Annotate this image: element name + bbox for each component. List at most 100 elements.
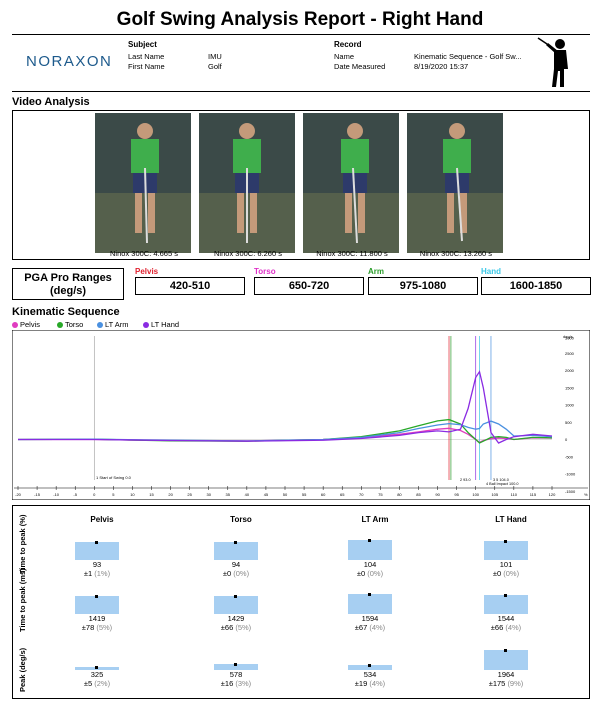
legend-lt-arm: LT Arm: [97, 320, 128, 329]
stat-bar: [484, 650, 528, 670]
video-frame-3[interactable]: [303, 113, 399, 253]
record-name-label: Name: [334, 52, 355, 61]
pga-hand-label: Hand: [481, 267, 501, 276]
stat-value: 101 ±0 (0%): [476, 560, 536, 578]
legend-label: Torso: [65, 320, 84, 329]
stat-bar: [75, 596, 119, 614]
video-analysis-heading: Video Analysis: [12, 96, 90, 108]
stat-sd-pct: (0%): [367, 568, 384, 578]
first-name-value: Golf: [208, 62, 222, 71]
stat-sd-pct: (0%): [503, 568, 520, 578]
legend-pelvis: Pelvis: [12, 320, 40, 329]
stat-sd: ±66: [490, 622, 506, 632]
error-bar: [368, 593, 371, 596]
x-tick-label: 15: [149, 492, 154, 497]
x-tick-label: -10: [53, 492, 60, 497]
x-tick-label: -20: [15, 492, 22, 497]
stats-col-lt-hand: LT Hand: [495, 515, 527, 524]
y-unit-label: deg/s: [563, 334, 573, 339]
stat-sd-pct: (4%): [369, 678, 386, 688]
video-frame-4[interactable]: [407, 113, 503, 253]
stat-sd-pct: (3%): [235, 678, 252, 688]
stat-value: 1964 ±175 (9%): [476, 670, 536, 689]
first-name-label: First Name: [128, 62, 165, 71]
x-tick-label: 10: [130, 492, 135, 497]
stat-value: 1419 ±78 (5%): [67, 614, 127, 633]
pga-pelvis-range: 420-510: [135, 277, 245, 295]
stat-sd: ±19: [354, 678, 370, 688]
stats-col-pelvis: Pelvis: [90, 515, 114, 524]
report-header: NORAXON Subject Last Name IMU First Name…: [12, 34, 590, 92]
stat-value: 93 ±1 (1%): [67, 560, 127, 578]
error-bar: [95, 541, 98, 544]
legend-label: LT Arm: [105, 320, 129, 329]
last-name-label: Last Name: [128, 52, 165, 61]
stats-col-lt-arm: LT Arm: [361, 515, 389, 524]
pga-arm-label: Arm: [368, 267, 385, 276]
stat-sd-line: ±175 (9%): [476, 679, 536, 689]
stat-sd-pct: (5%): [235, 622, 252, 632]
x-tick-label: 105: [491, 492, 498, 497]
stat-value: 325 ±5 (2%): [67, 670, 127, 689]
pga-torso-range: 650-720: [254, 277, 364, 295]
video-panel: Ninox 300C: 4.665 s Ninox 300C: 6.260 s …: [12, 110, 590, 260]
legend-lt-hand: LT Hand: [143, 320, 179, 329]
x-tick-label: 90: [435, 492, 440, 497]
x-tick-label: 95: [454, 492, 459, 497]
error-bar: [95, 595, 98, 598]
pga-arm-range: 975-1080: [368, 277, 478, 295]
pga-title-line1: PGA Pro Ranges: [24, 272, 112, 284]
golfer-icon: [537, 37, 568, 87]
x-tick-label: 40: [245, 492, 250, 497]
stat-value: 1594 ±67 (4%): [340, 614, 400, 632]
x-tick-label: 120: [549, 492, 556, 497]
x-tick-label: 65: [340, 492, 345, 497]
stat-sd-line: ±16 (3%): [206, 678, 266, 689]
stat-value: 1429 ±66 (5%): [206, 614, 266, 632]
stat-bar: [484, 595, 528, 614]
stat-sd-line: ±5 (2%): [67, 678, 127, 689]
stat-sd-pct: (0%): [233, 568, 250, 578]
stat-value: 1544 ±66 (4%): [476, 614, 536, 632]
x-tick-label: 25: [187, 492, 192, 497]
legend-label: Pelvis: [20, 320, 41, 329]
x-tick-label: 100: [472, 492, 479, 497]
last-name-value: IMU: [208, 52, 222, 61]
y-tick-label: 2500: [565, 351, 575, 356]
kinematic-chart: 300025002000150010005000-500-1000-1500 -…: [12, 330, 590, 500]
error-bar: [504, 540, 507, 543]
stat-sd: ±67: [354, 622, 370, 632]
subject-heading: Subject: [128, 40, 157, 49]
record-date-label: Date Measured: [334, 62, 386, 71]
x-tick-label: 80: [397, 492, 402, 497]
error-bar: [504, 594, 507, 597]
x-tick-label: 50: [283, 492, 288, 497]
record-date-value: 8/19/2020 15:37: [414, 62, 469, 71]
stat-value: 94 ±0 (0%): [206, 560, 266, 578]
stat-sd-line: ±0 (0%): [340, 568, 400, 579]
error-bar: [368, 539, 371, 542]
error-bar: [234, 595, 237, 598]
video-frame-1[interactable]: [95, 113, 191, 253]
x-tick-label: 20: [168, 492, 173, 497]
stat-value: 534 ±19 (4%): [340, 670, 400, 689]
stat-value: 104 ±0 (0%): [340, 560, 400, 579]
x-tick-label: 35: [226, 492, 231, 497]
error-bar: [368, 664, 371, 667]
pga-title-line2: (deg/s): [49, 285, 87, 297]
stat-sd-line: ±19 (4%): [340, 678, 400, 689]
stat-sd-pct: (4%): [505, 622, 522, 632]
x-tick-label: 30: [206, 492, 211, 497]
video-caption-2: Ninox 300C: 6.260 s: [214, 249, 282, 258]
x-tick-label: 60: [321, 492, 326, 497]
kinematic-heading: Kinematic Sequence: [12, 306, 120, 318]
stat-sd: ±16: [220, 678, 236, 688]
video-frame-2[interactable]: [199, 113, 295, 253]
stat-sd-line: ±78 (5%): [67, 623, 127, 633]
stat-bar: [348, 594, 392, 614]
stat-sd: ±5: [83, 678, 95, 688]
stat-sd: ±66: [220, 622, 236, 632]
y-tick-label: 2000: [565, 368, 575, 373]
legend-label: LT Hand: [151, 320, 180, 329]
row-label-time-ms: Time to peak (ms): [18, 568, 27, 632]
